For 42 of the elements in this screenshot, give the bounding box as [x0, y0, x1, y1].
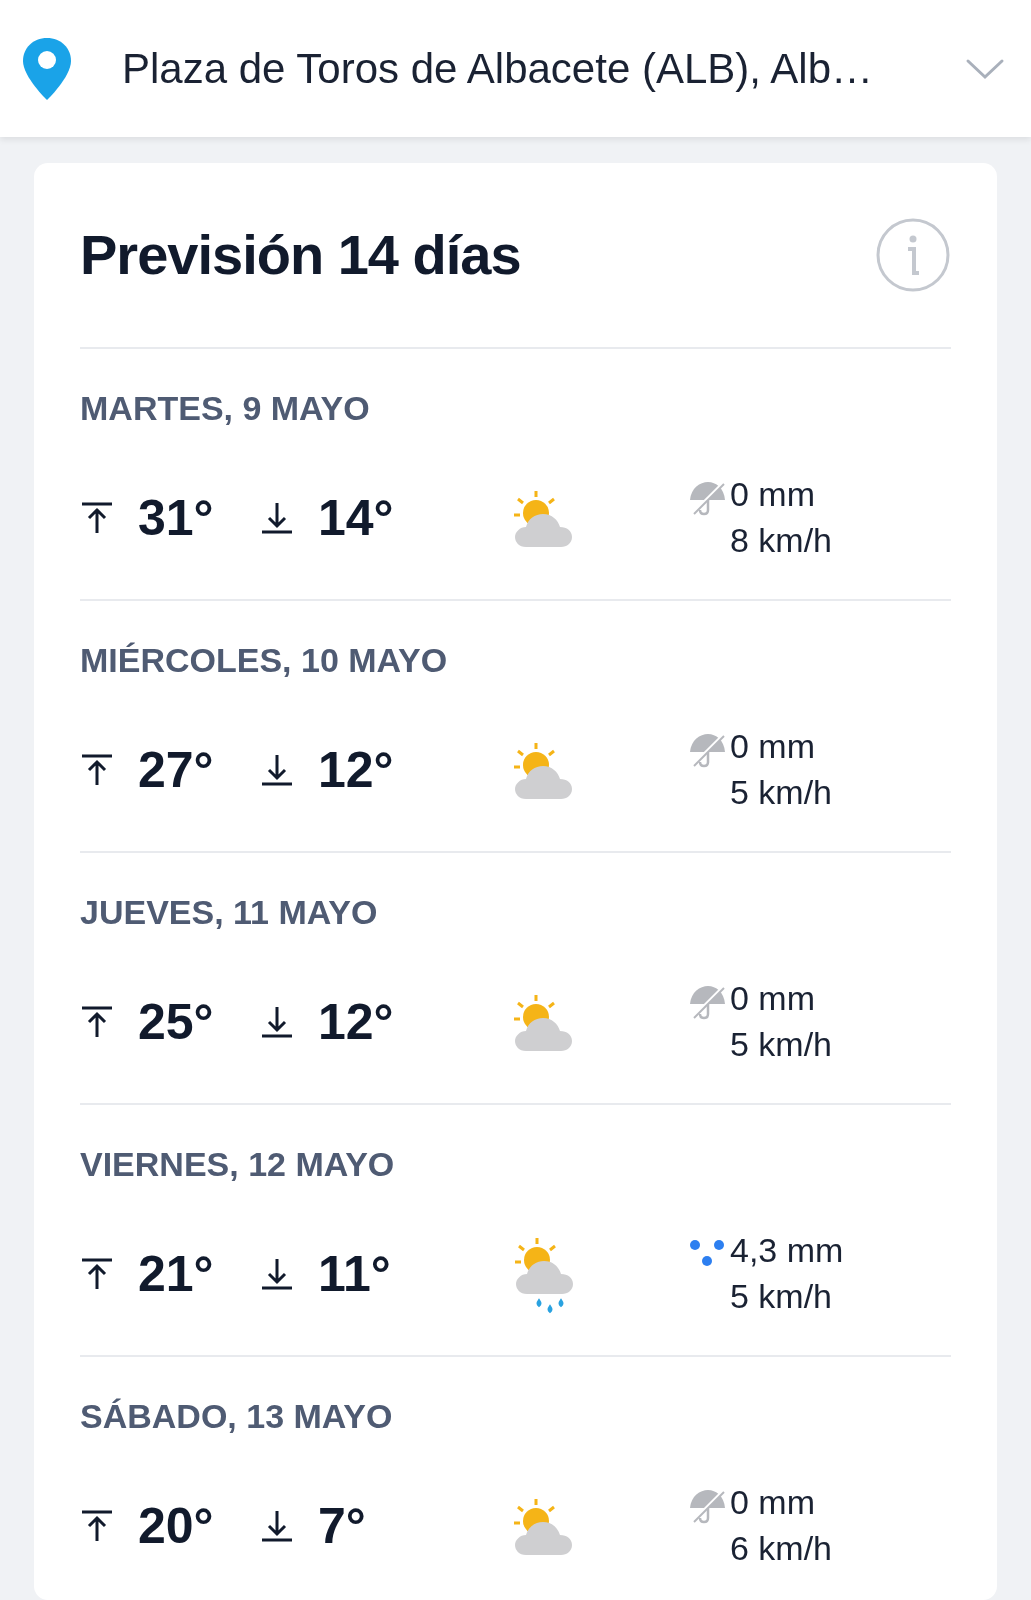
min-temperature: 7° [318, 1496, 366, 1556]
arrow-up-icon [80, 1257, 114, 1291]
arrow-up-icon [80, 753, 114, 787]
min-temperature: 12° [318, 992, 394, 1052]
wind-speed: 5 km/h [730, 1024, 833, 1065]
arrow-up-icon [80, 501, 114, 535]
day-date: MIÉRCOLES, 10 MAYO [80, 640, 449, 681]
arrow-down-icon [260, 1509, 294, 1543]
arrow-down-icon [260, 1005, 294, 1039]
min-temperature: 14° [318, 488, 394, 548]
arrow-down-icon [260, 1257, 294, 1291]
forecast-title: Previsión 14 días [80, 222, 521, 288]
max-temperature: 31° [138, 488, 214, 548]
max-temperature: 21° [138, 1244, 214, 1304]
precipitation-amount: 4,3 mm [730, 1230, 844, 1272]
wind-speed: 8 km/h [730, 520, 833, 561]
wind-speed: 6 km/h [730, 1528, 833, 1569]
day-date: JUEVES, 11 MAYO [80, 892, 379, 933]
arrow-up-icon [80, 1005, 114, 1039]
precipitation-amount: 0 mm [730, 978, 816, 1020]
max-temperature: 20° [138, 1496, 214, 1556]
arrow-down-icon [260, 753, 294, 787]
umbrella-icon [688, 480, 726, 517]
wind-speed: 5 km/h [730, 1276, 834, 1317]
max-temperature: 27° [138, 740, 214, 800]
day-date: MARTES, 9 MAYO [80, 388, 371, 429]
precipitation-amount: 0 mm [730, 726, 816, 768]
wind-speed: 5 km/h [730, 772, 833, 813]
location-pin-icon [20, 35, 74, 102]
min-temperature: 11° [318, 1244, 391, 1304]
precipitation-amount: 0 mm [730, 1482, 816, 1524]
min-temperature: 12° [318, 740, 394, 800]
info-icon[interactable] [875, 217, 951, 293]
day-date: VIERNES, 12 MAYO [80, 1144, 396, 1185]
umbrella-icon [688, 732, 726, 769]
umbrella-icon [688, 1488, 726, 1525]
precipitation-amount: 0 mm [730, 474, 816, 516]
arrow-down-icon [260, 501, 294, 535]
arrow-up-icon [80, 1509, 114, 1543]
max-temperature: 25° [138, 992, 214, 1052]
day-date: SÁBADO, 13 MAYO [80, 1396, 394, 1437]
umbrella-icon [688, 984, 726, 1021]
